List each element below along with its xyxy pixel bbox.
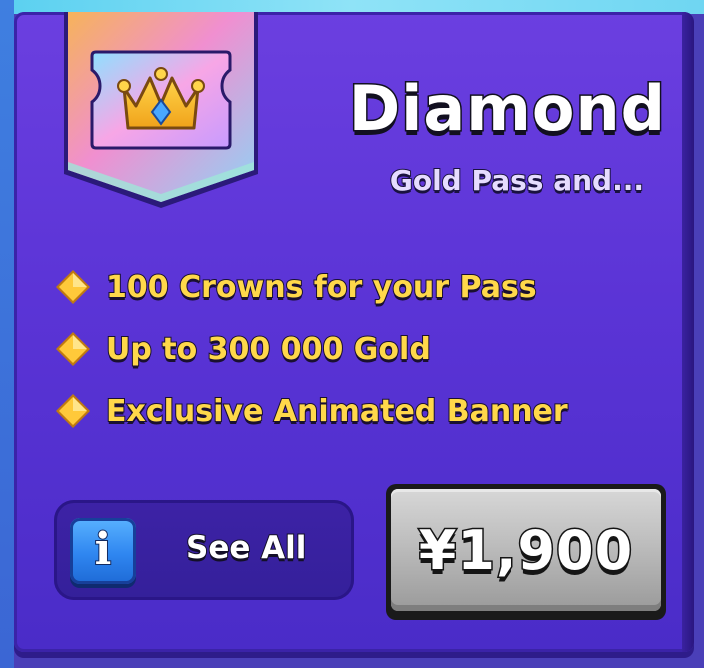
price-buy-button[interactable]: ¥1,900 — [386, 484, 666, 620]
price-label: ¥1,900 — [417, 518, 634, 584]
card-right-edge — [682, 12, 694, 652]
feature-item: Exclusive Animated Banner — [54, 386, 674, 436]
pass-subtitle: Gold Pass and... — [389, 163, 645, 198]
feature-label: 100 Crowns for your Pass — [105, 269, 538, 306]
info-icon[interactable]: i — [70, 518, 136, 584]
crown-with-gem-icon — [90, 50, 232, 150]
feature-label: Exclusive Animated Banner — [105, 393, 569, 430]
info-glyph: i — [94, 523, 113, 576]
gold-diamond-icon — [56, 270, 90, 304]
feature-label: Up to 300 000 Gold — [105, 331, 432, 368]
pass-title: Diamond — [347, 72, 666, 145]
gold-diamond-icon — [56, 394, 90, 428]
feature-item: Up to 300 000 Gold — [54, 324, 674, 374]
diamond-pass-card: Diamond Gold Pass and... 100 Crowns for … — [14, 12, 694, 652]
gold-diamond-icon — [56, 332, 90, 366]
pass-banner-badge — [58, 12, 264, 210]
see-all-label: See All — [185, 529, 307, 567]
background-left-edge — [0, 0, 14, 668]
see-all-button[interactable]: i See All — [54, 500, 354, 600]
feature-item: 100 Crowns for your Pass — [54, 262, 674, 312]
price-button-face: ¥1,900 — [391, 489, 661, 611]
